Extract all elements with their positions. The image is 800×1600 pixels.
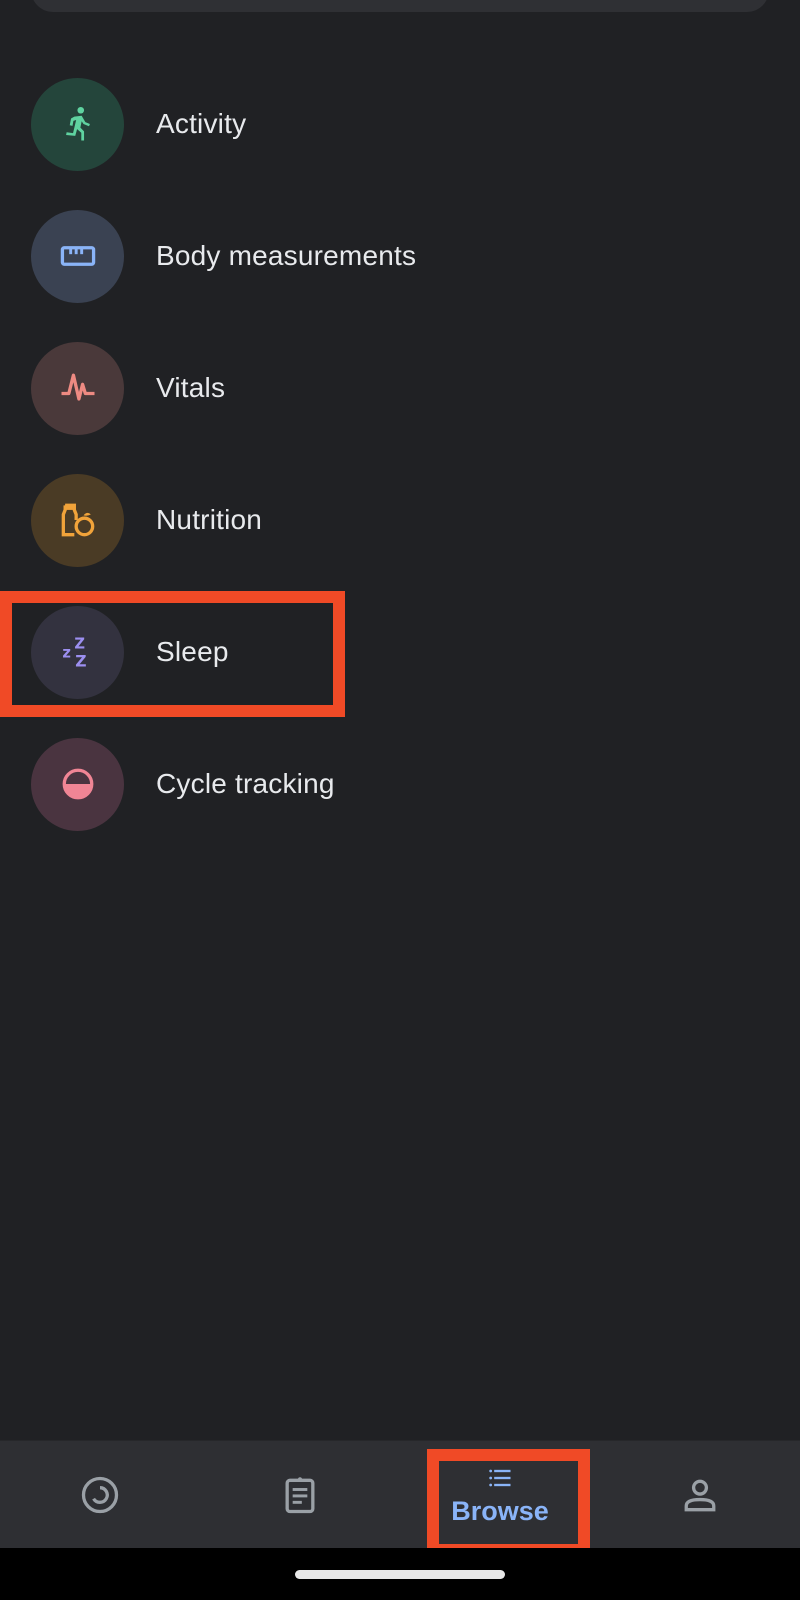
sleep-icon-circle: z Z Z <box>31 605 124 699</box>
list-icon <box>489 1469 511 1486</box>
zzz-icon: z Z Z <box>62 635 86 671</box>
category-item-sleep[interactable]: z Z Z Sleep <box>0 592 800 712</box>
ruler-icon <box>60 246 95 266</box>
top-card <box>31 0 769 12</box>
nav-profile[interactable] <box>600 1441 800 1549</box>
nav-browse[interactable]: Browse <box>400 1441 600 1549</box>
bottom-navigation: Browse <box>0 1440 800 1548</box>
category-item-cycle-tracking[interactable]: Cycle tracking <box>0 724 800 844</box>
svg-text:Z: Z <box>75 653 86 671</box>
home-gesture-bar[interactable] <box>295 1570 505 1579</box>
nav-browse-label: Browse <box>451 1495 549 1526</box>
category-label: Nutrition <box>156 504 263 535</box>
category-label: Vitals <box>156 372 226 403</box>
svg-text:z: z <box>62 645 71 662</box>
category-label: Activity <box>156 108 247 139</box>
nav-today[interactable] <box>0 1441 200 1549</box>
nav-summary[interactable] <box>200 1441 400 1549</box>
category-label: Body measurements <box>156 240 417 271</box>
category-item-activity[interactable]: Activity <box>0 64 800 184</box>
category-item-vitals[interactable]: Vitals <box>0 328 800 448</box>
category-label: Sleep <box>156 636 229 667</box>
nutrition-icon-circle <box>31 473 124 567</box>
person-icon <box>684 1479 716 1512</box>
category-item-nutrition[interactable]: Nutrition <box>0 460 800 580</box>
clipboard-icon <box>285 1477 315 1514</box>
category-item-body-measurements[interactable]: Body measurements <box>0 196 800 316</box>
system-gesture-area <box>0 1548 800 1600</box>
svg-text:Z: Z <box>74 635 85 652</box>
ring-progress-icon <box>81 1476 119 1514</box>
activity-icon-circle <box>31 77 124 171</box>
heartbeat-icon <box>61 373 94 401</box>
half-circle-icon <box>62 768 93 800</box>
running-person-icon <box>65 106 90 141</box>
body-measurements-icon-circle <box>31 209 124 303</box>
cycle-tracking-icon-circle <box>31 737 124 831</box>
food-icon <box>61 503 94 537</box>
category-label: Cycle tracking <box>156 768 335 799</box>
vitals-icon-circle <box>31 341 124 435</box>
